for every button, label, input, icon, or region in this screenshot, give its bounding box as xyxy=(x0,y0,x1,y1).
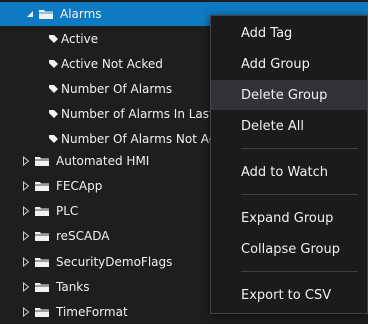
tree-node-label: FECApp xyxy=(56,179,103,193)
context-menu: Add Tag Add Group Delete Group Delete Al… xyxy=(210,15,368,314)
tag-icon xyxy=(48,34,58,44)
collapsed-arrow-icon[interactable] xyxy=(20,180,32,192)
tag-icon xyxy=(48,84,58,94)
menu-item-add-tag[interactable]: Add Tag xyxy=(211,18,367,48)
collapsed-arrow-icon[interactable] xyxy=(20,306,32,318)
tree-node-label: Alarms xyxy=(60,7,102,21)
folder-icon xyxy=(34,205,50,217)
tree-tag-label: Active xyxy=(61,32,99,46)
folder-icon xyxy=(34,230,50,242)
tree-node-label: reSCADA xyxy=(56,229,110,243)
tree-tag-label: Active Not Acked xyxy=(61,57,163,71)
tree-node-label: TimeFormat xyxy=(56,305,128,319)
menu-item-add-group[interactable]: Add Group xyxy=(211,49,367,79)
menu-separator xyxy=(241,148,358,149)
tag-icon xyxy=(48,109,58,119)
tree-node-label: PLC xyxy=(56,204,79,218)
folder-icon xyxy=(34,155,50,167)
collapsed-arrow-icon[interactable] xyxy=(20,205,32,217)
menu-item-delete-group[interactable]: Delete Group xyxy=(211,80,367,110)
menu-item-export-to-csv[interactable]: Export to CSV xyxy=(211,280,367,310)
menu-item-add-to-watch[interactable]: Add to Watch xyxy=(211,157,367,187)
tag-icon xyxy=(48,59,58,69)
menu-separator xyxy=(241,194,358,195)
folder-icon xyxy=(34,180,50,192)
menu-item-expand-group[interactable]: Expand Group xyxy=(211,203,367,233)
folder-icon xyxy=(34,306,50,318)
tree-tag-label: Number of Alarms In Last 24 xyxy=(61,107,233,121)
tree-tag-label: Number Of Alarms xyxy=(61,82,173,96)
collapsed-arrow-icon[interactable] xyxy=(20,155,32,167)
collapsed-arrow-icon[interactable] xyxy=(20,256,32,268)
expanded-arrow-icon[interactable] xyxy=(24,8,36,20)
menu-separator xyxy=(241,271,358,272)
folder-icon xyxy=(38,8,54,20)
collapsed-arrow-icon[interactable] xyxy=(20,281,32,293)
menu-item-delete-all[interactable]: Delete All xyxy=(211,111,367,141)
folder-icon xyxy=(34,256,50,268)
tree-tag-label: Number Of Alarms Not Acke xyxy=(61,132,230,146)
menu-item-collapse-group[interactable]: Collapse Group xyxy=(211,234,367,264)
tree-node-label: SecurityDemoFlags xyxy=(56,255,173,269)
tag-icon xyxy=(48,134,58,144)
folder-icon xyxy=(34,281,50,293)
collapsed-arrow-icon[interactable] xyxy=(20,230,32,242)
tree-node-label: Tanks xyxy=(56,280,90,294)
tree-node-label: Automated HMI xyxy=(56,154,150,168)
